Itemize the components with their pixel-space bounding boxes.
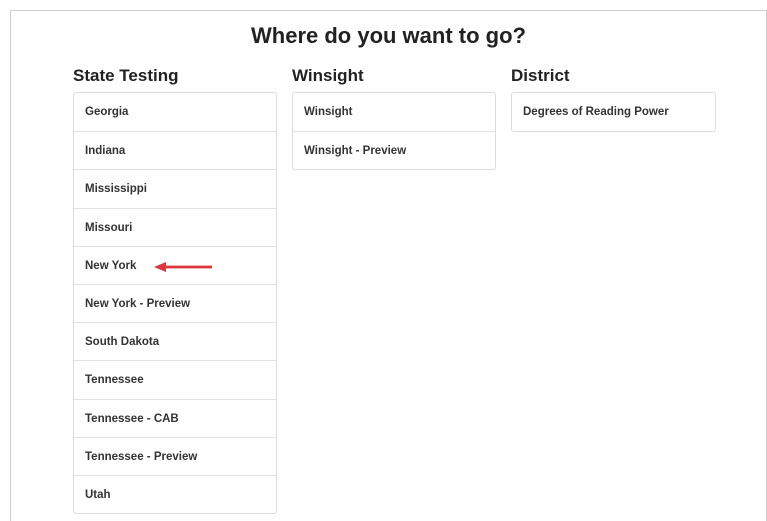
state-testing-list: Georgia Indiana Mississippi Missouri New… <box>73 92 277 515</box>
list-item-winsight-preview[interactable]: Winsight - Preview <box>293 131 495 169</box>
list-item-new-york[interactable]: New York <box>74 245 276 284</box>
list-item-tennessee[interactable]: Tennessee <box>74 360 276 398</box>
district-column: District Degrees of Reading Power <box>511 66 716 133</box>
district-list: Degrees of Reading Power <box>511 92 716 133</box>
district-heading: District <box>511 66 570 85</box>
state-testing-heading: State Testing <box>73 66 179 85</box>
list-item-tennessee-cab[interactable]: Tennessee - CAB <box>74 398 276 437</box>
list-item-mississippi[interactable]: Mississippi <box>74 169 276 207</box>
state-testing-column: State Testing Georgia Indiana Mississipp… <box>73 66 277 515</box>
list-item-indiana[interactable]: Indiana <box>74 131 276 169</box>
list-item-winsight[interactable]: Winsight <box>293 93 495 131</box>
page-title: Where do you want to go? <box>251 23 526 48</box>
winsight-heading: Winsight <box>292 66 364 85</box>
list-item-south-dakota[interactable]: South Dakota <box>74 322 276 360</box>
list-item-new-york-preview[interactable]: New York - Preview <box>74 283 276 322</box>
list-item-tennessee-preview[interactable]: Tennessee - Preview <box>74 436 276 475</box>
list-item-new-york-label: New York <box>85 259 137 272</box>
winsight-list: Winsight Winsight - Preview <box>292 92 496 171</box>
app-frame: Where do you want to go? State Testing G… <box>10 10 767 521</box>
list-item-utah[interactable]: Utah <box>74 474 276 513</box>
list-item-missouri[interactable]: Missouri <box>74 207 276 246</box>
left-arrow-icon <box>154 261 212 272</box>
winsight-column: Winsight Winsight Winsight - Preview <box>292 66 496 171</box>
list-item-degrees-of-reading-power[interactable]: Degrees of Reading Power <box>512 93 715 131</box>
list-item-georgia[interactable]: Georgia <box>74 93 276 131</box>
